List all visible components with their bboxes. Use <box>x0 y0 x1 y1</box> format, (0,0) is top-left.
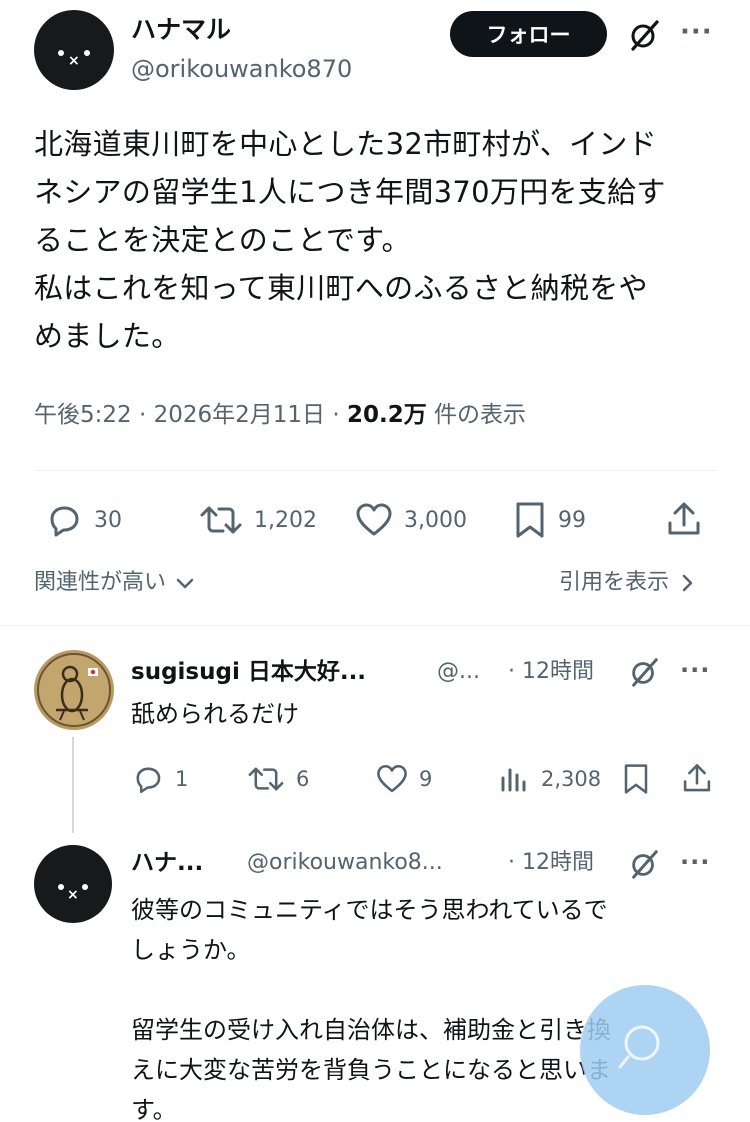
post-line: ネシアの留学生1人につき年間370万円を支給す <box>34 175 666 209</box>
more-options-icon[interactable]: ··· <box>680 850 710 874</box>
reply-text: 舐められるだけ <box>131 700 299 728</box>
post-line: 私はこれを知って東川町へのふるさと納税をや <box>34 271 648 305</box>
thread-line <box>72 737 74 833</box>
post-body: 北海道東川町を中心とした32市町村が、インド ネシアの留学生1人につき年間370… <box>34 120 724 360</box>
repost-icon <box>200 506 242 534</box>
more-options-icon[interactable]: ··· <box>680 658 710 682</box>
avatar-mouth: × <box>67 887 79 903</box>
bookmark-icon <box>516 502 544 538</box>
post-line: ることを決定とのことです。 <box>34 223 411 257</box>
divider <box>34 470 718 471</box>
bookmark-button[interactable]: 99 <box>512 500 586 540</box>
reply-avatar[interactable]: × <box>34 845 112 923</box>
sort-label: 関連性が高い <box>34 570 167 595</box>
reply-icon <box>136 767 161 794</box>
bird-drawing-icon <box>37 653 111 727</box>
like-button[interactable]: 9 <box>375 762 432 796</box>
sort-dropdown[interactable]: 関連性が高い <box>34 566 195 600</box>
repost-button[interactable]: 1,202 <box>198 500 317 540</box>
divider <box>0 625 750 626</box>
post-line: 北海道東川町を中心とした32市町村が、インド <box>34 127 657 161</box>
heart-icon <box>356 503 392 536</box>
follow-button[interactable]: フォロー <box>450 11 607 57</box>
share-icon <box>668 502 700 535</box>
chevron-right-icon <box>682 574 693 592</box>
chevron-down-icon <box>176 578 194 589</box>
like-button[interactable]: 3,000 <box>354 500 467 540</box>
avatar-mouth: × <box>68 53 80 69</box>
reply-time[interactable]: · 12時間 <box>508 657 594 687</box>
avatar-eye-right <box>82 884 88 890</box>
analytics-icon <box>501 768 526 792</box>
bookmark-icon <box>624 764 648 794</box>
compose-icon <box>618 1025 660 1069</box>
reply-line: 彼等のコミュニティではそう思われているで <box>131 896 608 924</box>
quotes-label: 引用を表示 <box>559 570 670 595</box>
post-date[interactable]: 2026年2月11日 <box>154 402 325 428</box>
share-icon <box>683 764 711 792</box>
reply-line: しょうか。 <box>131 936 251 964</box>
author-handle[interactable]: @orikouwanko870 <box>131 54 352 84</box>
meta-dot: · <box>332 402 340 428</box>
avatar-eye-left <box>58 884 64 890</box>
bookmark-count: 99 <box>558 507 586 533</box>
reply-author-handle[interactable]: @... <box>437 657 480 687</box>
reply-icon <box>50 506 79 537</box>
repost-button[interactable]: 6 <box>246 762 309 796</box>
view-quotes-link[interactable]: 引用を表示 <box>559 566 694 600</box>
views-count: 20.2万 <box>346 402 427 428</box>
share-button[interactable] <box>680 762 714 796</box>
reply-button[interactable]: 30 <box>44 500 122 540</box>
reply-time[interactable]: · 12時間 <box>508 848 594 878</box>
author-avatar[interactable]: × <box>34 10 114 90</box>
reply-button[interactable]: 1 <box>131 762 188 796</box>
reply-author-name[interactable]: sugisugi 日本大好... <box>131 657 366 687</box>
reply-count: 30 <box>94 507 122 533</box>
views-count: 2,308 <box>541 767 602 791</box>
avatar-eye-right <box>84 50 90 56</box>
repost-count: 6 <box>296 767 310 791</box>
avatar-eye-left <box>58 50 64 56</box>
floating-compose-button[interactable] <box>580 985 710 1115</box>
reply-avatar[interactable] <box>34 650 114 730</box>
like-count: 9 <box>419 767 433 791</box>
bookmark-button[interactable] <box>621 762 651 796</box>
share-button[interactable] <box>664 500 704 540</box>
reply-count: 1 <box>175 767 189 791</box>
repost-count: 1,202 <box>254 507 317 533</box>
grok-icon[interactable] <box>627 18 661 56</box>
more-options-icon[interactable]: ··· <box>680 19 713 45</box>
meta-dot: · <box>138 402 147 428</box>
post-line: めました。 <box>34 319 181 353</box>
author-name[interactable]: ハナマル <box>131 14 231 46</box>
grok-icon[interactable] <box>628 848 660 884</box>
post-time[interactable]: 午後5:22 <box>34 402 132 428</box>
grok-icon[interactable] <box>628 656 660 692</box>
views-button[interactable]: 2,308 <box>497 762 601 796</box>
reply-author-handle[interactable]: @orikouwanko8... <box>247 848 443 878</box>
post-meta: 午後5:22 · 2026年2月11日 · 20.2万 件の表示 <box>34 397 526 433</box>
heart-icon <box>377 764 407 793</box>
reply-author-name[interactable]: ハナ... <box>131 848 203 878</box>
views-label: 件の表示 <box>434 402 527 428</box>
repost-icon <box>248 767 284 791</box>
like-count: 3,000 <box>404 507 467 533</box>
